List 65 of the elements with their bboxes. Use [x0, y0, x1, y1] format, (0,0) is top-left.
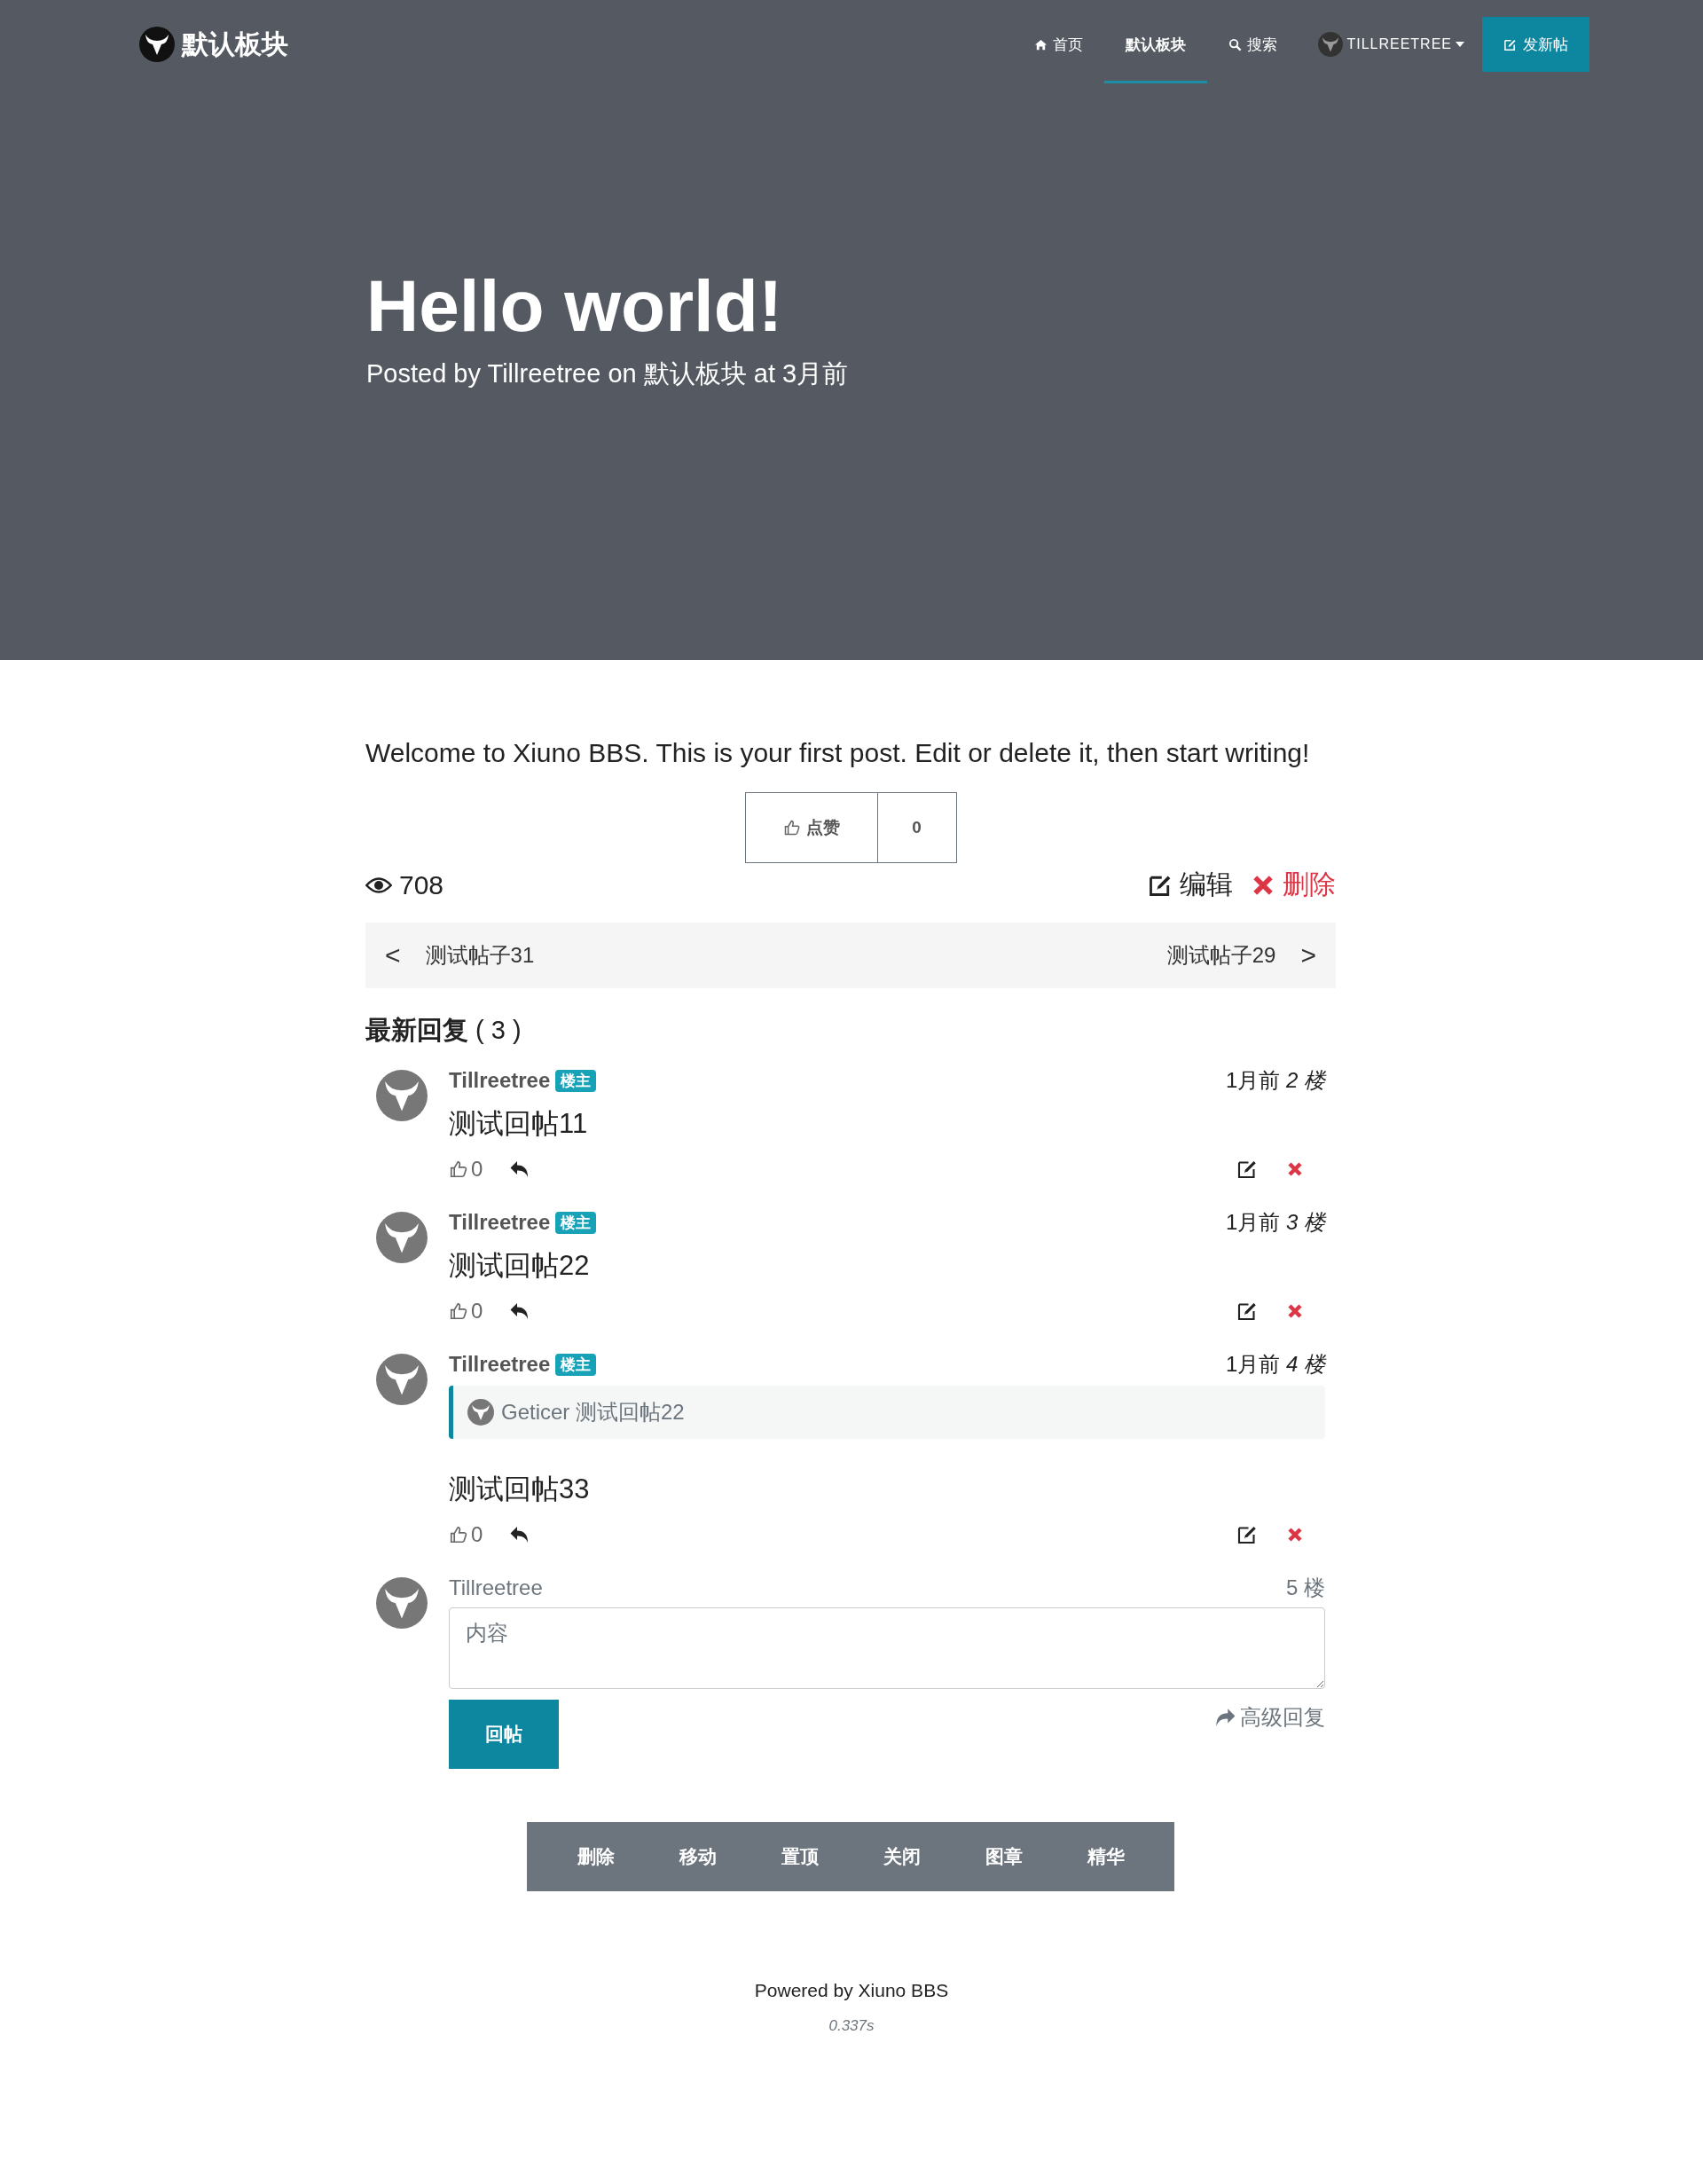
- moderation-button[interactable]: 置顶: [768, 1837, 831, 1876]
- reply-textarea[interactable]: 内容: [449, 1607, 1325, 1689]
- caret-icon: [1456, 42, 1464, 47]
- moderation-button[interactable]: 删除: [564, 1837, 627, 1876]
- user-menu[interactable]: TILLREETREE: [1299, 32, 1482, 57]
- avatar: [376, 1212, 428, 1263]
- moderation-button[interactable]: 移动: [666, 1837, 729, 1876]
- avatar: [376, 1354, 428, 1405]
- like-button[interactable]: 点赞: [744, 792, 878, 863]
- reply-author: Tillreetree: [449, 1575, 543, 1600]
- render-time: 0.337s: [828, 2017, 875, 2035]
- nav-link[interactable]: 搜索: [1207, 8, 1299, 83]
- replies-heading: 最新回复 ( 3 ): [365, 1015, 522, 1046]
- reply-author[interactable]: Tillreetree: [449, 1352, 551, 1377]
- reply-floor: 1月前 3 楼: [1225, 1209, 1325, 1236]
- post-body: Welcome to Xiuno BBS. This is your first post. Edit or delete it, then start writing!: [365, 737, 1311, 769]
- avatar: [1318, 32, 1344, 57]
- advanced-reply-link[interactable]: 高级回复: [1213, 1703, 1325, 1732]
- reply-like[interactable]: 0: [449, 1157, 483, 1182]
- reply-floor: 1月前 2 楼: [1225, 1067, 1325, 1094]
- avatar: [467, 1399, 494, 1426]
- view-count: 708: [399, 869, 444, 900]
- brand-name[interactable]: 默认板块: [182, 26, 288, 63]
- thumbs-up-icon: [449, 1301, 468, 1321]
- thumbs-up-icon: [449, 1525, 468, 1544]
- nav-link[interactable]: 默认板块: [1104, 8, 1208, 83]
- post-title: Hello world!: [366, 266, 784, 347]
- author-badge: 楼主: [555, 1069, 597, 1092]
- reply-author[interactable]: Tillreetree: [449, 1210, 551, 1235]
- avatar: [376, 1577, 428, 1629]
- thumbs-up-icon: [449, 1159, 468, 1179]
- reply-like[interactable]: 0: [449, 1522, 483, 1547]
- edit-icon[interactable]: [1236, 1300, 1258, 1322]
- reply-floor: 5 楼: [1286, 1575, 1325, 1601]
- nav-link[interactable]: 首页: [1013, 8, 1105, 83]
- reply-content: 测试回帖33: [449, 1473, 591, 1506]
- search-icon: [1228, 37, 1243, 51]
- edit-icon[interactable]: [1236, 1159, 1258, 1180]
- author-badge: 楼主: [555, 1211, 597, 1234]
- author-badge: 楼主: [555, 1353, 597, 1376]
- edit-icon[interactable]: [1236, 1524, 1258, 1545]
- delete-link[interactable]: 删除: [1251, 867, 1336, 903]
- like-count: 0: [877, 792, 957, 863]
- reply-author[interactable]: Tillreetree: [449, 1068, 551, 1093]
- thumbs-up-icon: [782, 819, 801, 837]
- quote-text: Geticer 测试回帖22: [501, 1399, 685, 1426]
- edit-link[interactable]: 编辑: [1148, 867, 1233, 903]
- reply-floor: 1月前 4 楼: [1225, 1351, 1325, 1378]
- moderation-button[interactable]: 关闭: [870, 1837, 933, 1876]
- home-icon: [1034, 37, 1048, 51]
- reply-content: 测试回帖11: [449, 1107, 589, 1141]
- next-post-link[interactable]: 测试帖子29 >: [1166, 940, 1316, 970]
- edit-icon: [1503, 37, 1517, 51]
- eye-icon: [365, 876, 392, 894]
- logo-icon[interactable]: [139, 27, 175, 62]
- reply-content: 测试回帖22: [449, 1249, 591, 1283]
- avatar: [376, 1070, 428, 1121]
- new-post-button[interactable]: 发新帖: [1482, 17, 1589, 72]
- post-byline: Posted by Tillreetree on 默认板块 at 3月前: [366, 358, 850, 390]
- reply-like[interactable]: 0: [449, 1299, 483, 1324]
- moderation-button[interactable]: 图章: [972, 1837, 1035, 1876]
- powered-by: Powered by Xiuno BBS: [754, 1980, 949, 2001]
- previous-post-link[interactable]: < 测试帖子31: [385, 940, 535, 970]
- reply-submit-button[interactable]: 回帖: [449, 1700, 559, 1769]
- moderation-button[interactable]: 精华: [1074, 1837, 1137, 1876]
